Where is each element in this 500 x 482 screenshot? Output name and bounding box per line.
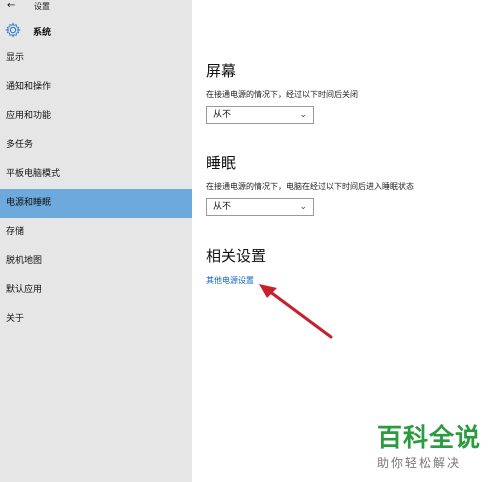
sidebar-item-power-sleep[interactable]: 电源和睡眠 bbox=[0, 189, 192, 218]
chevron-down-icon: ⌄ bbox=[299, 202, 307, 212]
gear-icon bbox=[5, 22, 21, 38]
sleep-description: 在接通电源的情况下，电脑在经过以下时间后进入睡眠状态 bbox=[206, 182, 414, 191]
watermark: 百科全说 助你轻松解决 bbox=[377, 424, 487, 471]
sidebar-item-apps[interactable]: 应用和功能 bbox=[0, 102, 192, 131]
sidebar-item-offline-maps[interactable]: 脱机地图 bbox=[0, 247, 192, 276]
screen-heading: 屏幕 bbox=[206, 62, 237, 80]
sidebar-item-multitasking[interactable]: 多任务 bbox=[0, 131, 192, 160]
watermark-title: 百科全说 bbox=[377, 423, 482, 452]
chevron-down-icon: ⌄ bbox=[299, 110, 307, 120]
screen-timeout-dropdown[interactable]: 从不 ⌄ bbox=[206, 106, 314, 124]
related-settings-heading: 相关设置 bbox=[206, 247, 267, 265]
screen-description: 在接通电源的情况下，经过以下时间后关闭 bbox=[206, 90, 358, 99]
main-panel: 屏幕 在接通电源的情况下，经过以下时间后关闭 从不 ⌄ 睡眠 在接通电源的情况下… bbox=[192, 0, 500, 482]
sidebar-item-about[interactable]: 关于 bbox=[0, 305, 192, 334]
sidebar-item-display[interactable]: 显示 bbox=[0, 44, 192, 73]
sidebar-item-notifications[interactable]: 通知和操作 bbox=[0, 73, 192, 102]
title-bar: ← 设置 bbox=[0, 0, 192, 14]
section-title: 系统 bbox=[33, 28, 52, 38]
back-arrow-icon[interactable]: ← bbox=[7, 0, 15, 12]
section-header: 系统 bbox=[0, 20, 192, 44]
window-title: 设置 bbox=[34, 2, 50, 11]
additional-power-settings-link[interactable]: 其他电源设置 bbox=[206, 275, 254, 286]
sleep-timeout-value: 从不 bbox=[213, 202, 232, 212]
sidebar-item-storage[interactable]: 存储 bbox=[0, 218, 192, 247]
sleep-timeout-dropdown[interactable]: 从不 ⌄ bbox=[206, 198, 314, 216]
screen-timeout-value: 从不 bbox=[213, 110, 232, 120]
sidebar-item-tablet-mode[interactable]: 平板电脑模式 bbox=[0, 160, 192, 189]
sidebar-item-default-apps[interactable]: 默认应用 bbox=[0, 276, 192, 305]
sleep-heading: 睡眠 bbox=[206, 154, 237, 172]
sidebar-nav: 显示 通知和操作 应用和功能 多任务 平板电脑模式 电源和睡眠 存储 脱机地图 … bbox=[0, 44, 192, 334]
red-arrow-annotation bbox=[259, 284, 333, 339]
sidebar: ← 设置 系统 显示 通知和操作 应用和功能 多任务 平板电脑模式 电源和睡眠 … bbox=[0, 0, 192, 482]
watermark-subtitle: 助你轻松解决 bbox=[377, 456, 462, 470]
